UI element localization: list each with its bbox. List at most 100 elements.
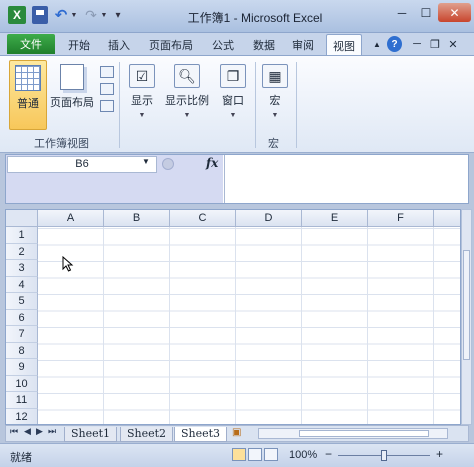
formula-input[interactable] [224,155,468,203]
zoom-out-button[interactable]: − [325,447,332,461]
row-header[interactable]: 10 [6,375,38,392]
row-header[interactable]: 3 [6,260,38,277]
workbook-close-icon[interactable]: ✕ [446,36,460,52]
undo-icon[interactable]: ↶ [53,6,69,24]
name-box-dropdown-icon[interactable]: ▼ [142,157,150,166]
normal-view-icon [15,65,41,91]
page-layout-status-button[interactable] [248,448,262,461]
ribbon-view-panel: 普通 页面布局 ☑ 显示 ▼ 🔍︎ 显示比例 ▼ ❐ 窗口 ▼ ▦ 宏 ▼ 工作… [0,55,474,153]
save-icon[interactable] [32,6,48,24]
window-title: 工作簿1 - Microsoft Excel [187,11,323,25]
minimize-ribbon-icon[interactable]: ▲ [370,36,384,52]
insert-sheet-icon[interactable]: ▣ [232,427,252,441]
column-header[interactable]: E [302,210,368,227]
first-sheet-icon[interactable]: ⏮ [10,426,18,437]
chevron-down-icon: ▼ [138,112,146,119]
column-header[interactable]: B [104,210,170,227]
worksheet-grid[interactable]: A B C D E F 1 2 3 4 5 6 7 8 9 10 11 12 [5,209,461,425]
chevron-down-icon: ▼ [183,112,191,119]
insert-function-icon[interactable]: fx [206,156,218,170]
page-break-status-button[interactable] [264,448,278,461]
macro-icon: ▦ [262,64,288,88]
zoom-button[interactable]: 🔍︎ 显示比例 ▼ [164,64,210,119]
maximize-button[interactable]: ☐ [414,3,438,22]
row-header[interactable]: 11 [6,392,38,409]
last-sheet-icon[interactable]: ⏭ [48,426,56,437]
status-text: 就绪 [10,452,32,464]
row-header[interactable]: 12 [6,408,38,424]
formula-bar: B6 ▼ fx [5,154,469,204]
vertical-scroll-thumb[interactable] [463,250,470,360]
prev-sheet-icon[interactable]: ◀ [24,426,31,437]
horizontal-scrollbar[interactable] [258,428,448,439]
group-label-macros: 宏 [268,138,279,150]
chevron-down-icon: ▼ [271,112,279,119]
row-header[interactable]: 4 [6,276,38,293]
sheet-tabs-bar: ⏮ ◀ ▶ ⏭ Sheet1 Sheet2 Sheet3 ▣ [5,425,469,442]
page-layout-icon [60,64,84,90]
column-header[interactable]: A [38,210,104,227]
workbook-restore-icon[interactable]: ❐ [428,36,442,52]
row-header[interactable]: 6 [6,309,38,326]
custom-views-icon[interactable] [100,83,114,95]
customize-quick-access-icon[interactable]: ▾ [114,6,122,24]
show-button[interactable]: ☑ 显示 ▼ [125,64,159,119]
tab-formulas[interactable]: 公式 [212,37,234,53]
vertical-scrollbar[interactable] [461,209,472,425]
workbook-minimize-icon[interactable]: ─ [410,36,424,52]
row-header[interactable]: 1 [6,227,38,244]
redo-icon[interactable]: ↷ [84,6,98,24]
excel-app-icon[interactable]: X [8,6,26,24]
page-layout-label: 页面布局 [50,97,94,109]
group-divider [255,62,256,148]
column-header[interactable]: C [170,210,236,227]
column-header[interactable]: F [368,210,434,227]
row-header[interactable]: 2 [6,243,38,260]
magnifier-icon: 🔍︎ [174,64,200,88]
zoom-slider-thumb[interactable] [381,450,387,461]
sheet-tab-3[interactable]: Sheet3 [174,427,228,442]
macros-button[interactable]: ▦ 宏 ▼ [260,64,290,119]
cell-area[interactable] [38,227,460,424]
page-break-preview-icon[interactable] [100,66,114,78]
select-all-corner[interactable] [6,210,38,227]
tab-view[interactable]: 视图 [326,34,362,55]
tab-review[interactable]: 审阅 [292,37,314,53]
horizontal-scroll-thumb[interactable] [299,430,429,437]
minimize-button[interactable]: ─ [390,3,414,22]
name-box-area: B6 ▼ fx [6,155,223,203]
formula-bar-resize-handle[interactable] [162,158,174,170]
next-sheet-icon[interactable]: ▶ [36,426,43,437]
name-box[interactable]: B6 [7,156,157,173]
sheet-tab-1[interactable]: Sheet1 [64,427,118,442]
mouse-cursor-icon [62,256,74,272]
tab-data[interactable]: 数据 [253,37,275,53]
row-header[interactable]: 8 [6,342,38,359]
zoom-level[interactable]: 100% [289,449,317,461]
row-header[interactable]: 5 [6,293,38,310]
status-bar: 就绪 100% − + [0,443,474,467]
row-header[interactable]: 7 [6,326,38,343]
chevron-down-icon: ▼ [229,112,237,119]
tab-home[interactable]: 开始 [68,37,90,53]
column-header-partial[interactable] [434,210,460,227]
redo-dropdown-icon[interactable]: ▼ [100,6,108,24]
normal-view-status-button[interactable] [232,448,246,461]
window-button[interactable]: ❐ 窗口 ▼ [216,64,250,119]
normal-view-label: 普通 [17,98,39,110]
close-button[interactable]: ✕ [438,3,471,22]
tab-page-layout[interactable]: 页面布局 [149,37,193,53]
show-icon: ☑ [129,64,155,88]
show-label: 显示 [131,95,153,107]
undo-dropdown-icon[interactable]: ▼ [70,6,78,24]
column-header[interactable]: D [236,210,302,227]
tab-file[interactable]: 文件 [7,34,55,54]
normal-view-button[interactable]: 普通 [9,60,47,130]
row-header[interactable]: 9 [6,359,38,376]
help-icon[interactable]: ? [387,36,402,52]
zoom-in-button[interactable]: + [436,447,443,461]
tab-insert[interactable]: 插入 [108,37,130,53]
full-screen-icon[interactable] [100,100,114,112]
page-layout-view-button[interactable]: 页面布局 [50,64,94,128]
sheet-tab-2[interactable]: Sheet2 [120,427,174,442]
